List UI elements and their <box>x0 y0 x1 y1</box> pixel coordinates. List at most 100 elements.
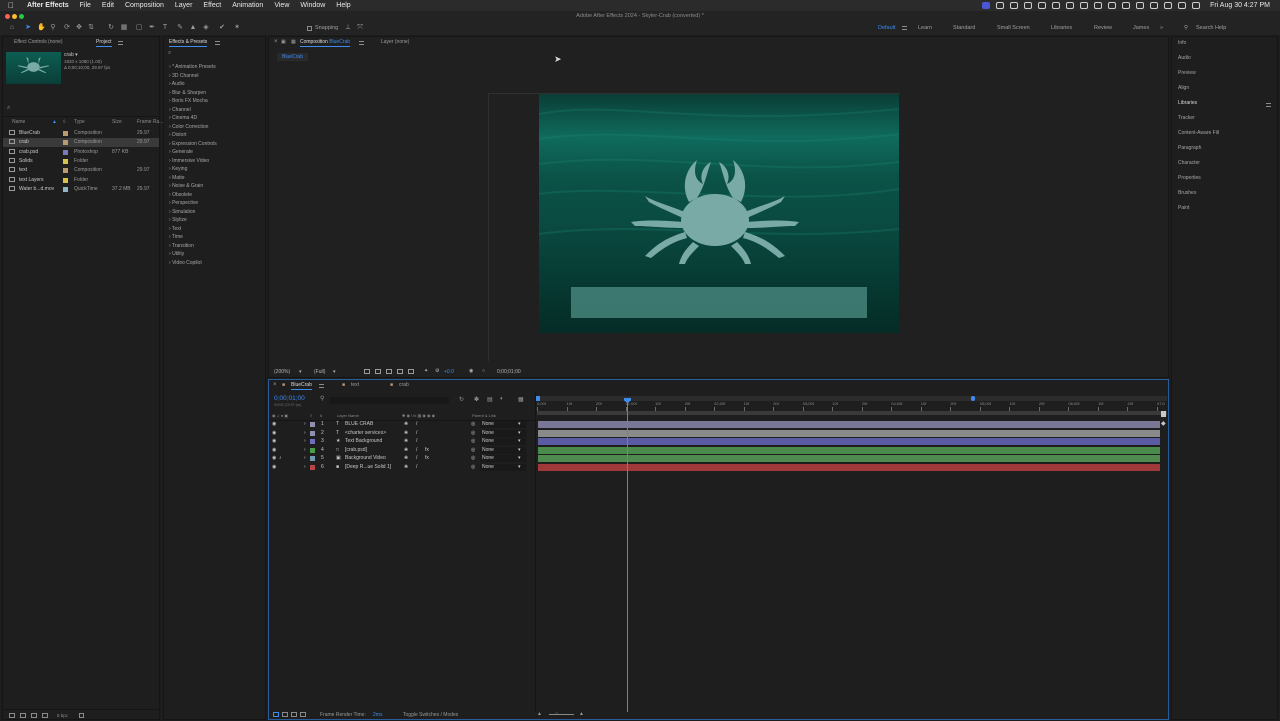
project-item[interactable]: Solids Folder <box>3 157 159 166</box>
fx-switch-icon[interactable]: fx <box>425 447 429 453</box>
current-time-display[interactable]: 0;00;01;00 <box>274 395 305 402</box>
siri-icon[interactable] <box>1192 2 1201 9</box>
toggle-switches-modes[interactable]: Toggle Switches / Modes <box>403 712 458 718</box>
menu-app-name[interactable]: After Effects <box>27 2 69 9</box>
layer-visibility-icon[interactable]: ◉ <box>272 455 276 461</box>
workspace-overflow-icon[interactable]: » <box>1160 25 1163 31</box>
zoom-in-icon[interactable]: ▲ <box>579 711 584 717</box>
right-panel-item[interactable]: Tracker <box>1178 115 1195 121</box>
workspace-learn[interactable]: Learn <box>918 25 932 31</box>
new-folder-icon[interactable] <box>20 713 26 718</box>
menu-file[interactable]: File <box>80 2 91 9</box>
effect-category[interactable]: › Transition <box>169 243 194 249</box>
layer-name[interactable]: <charter services> <box>345 430 386 436</box>
timeline-layer-row[interactable]: ◉ › 4 □ [crab.psd] ❀ / fx ◎ None ▾ <box>269 446 535 455</box>
battery-icon[interactable] <box>1108 2 1117 9</box>
composition-flowchart-tab[interactable]: BlueCrab <box>277 53 308 61</box>
effects-search-icon[interactable]: ⌕ <box>168 50 171 57</box>
puppet-tool-icon[interactable]: ✶ <box>233 24 241 32</box>
right-panel-item[interactable]: Align <box>1178 85 1189 91</box>
layer-label-swatch[interactable] <box>310 439 315 444</box>
label-column-icon[interactable]: ◊ <box>63 119 65 125</box>
timeline-layer-row[interactable]: ◉ › 3 ★ Text Background ❀ / ◎ None ▾ <box>269 438 535 446</box>
col-name[interactable]: Name <box>12 119 25 125</box>
lock-icon[interactable]: ▣ <box>281 39 286 45</box>
effect-category[interactable]: › Audio <box>169 81 185 87</box>
orbit-tool-icon[interactable]: ⟳ <box>63 24 71 32</box>
pickwhip-icon[interactable]: ◎ <box>471 421 475 427</box>
layer-expand-arrow-icon[interactable]: › <box>304 455 306 461</box>
label-color-swatch[interactable] <box>63 149 68 155</box>
search-help-icon[interactable]: ⚲ <box>1184 25 1188 31</box>
hand-tool-icon[interactable]: ✋ <box>37 24 46 32</box>
effect-category[interactable]: › Boris FX Mocha <box>169 98 208 104</box>
effect-category[interactable]: › Perspective <box>169 200 198 206</box>
project-item[interactable]: text Composition 29.97 <box>3 166 159 175</box>
quality-switch-icon[interactable]: / <box>416 430 417 436</box>
close-window-icon[interactable] <box>5 14 10 19</box>
layer-duration-bar[interactable] <box>538 438 1160 445</box>
quality-switch-icon[interactable]: / <box>416 447 417 453</box>
right-panel-item[interactable]: Info <box>1178 40 1186 46</box>
right-panel-item[interactable]: Brushes <box>1178 190 1196 196</box>
effect-category[interactable]: › Immersive Video <box>169 158 209 164</box>
menu-animation[interactable]: Animation <box>232 2 263 9</box>
exposure-value[interactable]: +0.0 <box>444 369 454 375</box>
layer-visibility-icon[interactable]: ◉ <box>272 438 276 444</box>
minimize-window-icon[interactable] <box>12 14 17 19</box>
parent-dropdown[interactable]: None ▾ <box>480 438 526 445</box>
draft-3d-icon[interactable]: ✽ <box>474 396 479 403</box>
toggle-layer-switches-icon[interactable] <box>273 712 279 717</box>
layer-label-swatch[interactable] <box>310 447 315 453</box>
magnification-chevron-icon[interactable]: ▾ <box>299 369 302 375</box>
project-item[interactable]: Water b...d.mov QuickTime 37.2 MB 29.97 <box>3 185 159 194</box>
timeline-search-field[interactable] <box>329 397 449 404</box>
layer-expand-arrow-icon[interactable]: › <box>304 438 306 444</box>
layer-label-swatch[interactable] <box>310 422 315 427</box>
menu-layer[interactable]: Layer <box>175 2 193 9</box>
layer-duration-bar[interactable] <box>538 429 1160 437</box>
snap-edges-icon[interactable]: ⟂ <box>344 24 352 32</box>
guides-grid-icon[interactable] <box>397 369 403 374</box>
libraries-menu-icon[interactable] <box>1266 103 1271 107</box>
layer-audio-icon[interactable]: ♪ <box>279 455 282 461</box>
eraser-tool-icon[interactable]: ◈ <box>202 24 210 32</box>
time-ruler[interactable]: 0;00f 10f 20f 01;00f 10f 20f 02;00f 10f 20f 03;00… <box>537 401 1167 411</box>
project-item[interactable]: BlueCrab Composition 29.97 <box>3 129 159 138</box>
delete-item-icon[interactable] <box>79 713 84 718</box>
tab-composition[interactable]: Composition BlueCrab <box>300 39 351 47</box>
pen-tool-icon[interactable]: ✒ <box>148 24 156 32</box>
toggle-transfer-controls-icon[interactable] <box>282 712 288 717</box>
layer-duration-bar[interactable] <box>538 463 1160 471</box>
col-type[interactable]: Type <box>74 119 85 125</box>
region-of-interest-icon[interactable] <box>364 369 370 374</box>
timeline-menu-icon[interactable] <box>319 384 324 388</box>
effect-category[interactable]: › Generate <box>169 149 193 155</box>
col-parent-link[interactable]: Parent & Link <box>472 413 496 418</box>
effect-category[interactable]: › Blur & Sharpen <box>169 90 206 96</box>
fast-previews-icon[interactable]: ✦ <box>424 368 428 374</box>
effects-panel-menu-icon[interactable] <box>215 41 220 45</box>
new-composition-icon[interactable] <box>31 713 37 718</box>
resolution-chevron-icon[interactable]: ▾ <box>333 369 336 375</box>
label-color-swatch[interactable] <box>63 177 68 183</box>
workspace-menu-icon[interactable] <box>902 26 907 30</box>
search-help-field[interactable]: Search Help <box>1196 25 1226 31</box>
right-panel-item[interactable]: Audio <box>1178 55 1191 61</box>
col-layer-name[interactable]: Layer Name <box>337 413 359 418</box>
shy-switch-icon[interactable]: ❀ <box>404 464 408 470</box>
parent-dropdown[interactable]: None ▾ <box>480 463 526 471</box>
shy-switch-icon[interactable]: ❀ <box>404 438 408 444</box>
workspace-standard[interactable]: Standard <box>953 25 975 31</box>
layer-visibility-icon[interactable]: ◉ <box>272 447 276 453</box>
menu-view[interactable]: View <box>274 2 289 9</box>
layer-name[interactable]: [Deep R...ue Solid 1] <box>345 464 391 470</box>
quality-switch-icon[interactable]: / <box>416 421 417 427</box>
menu-edit[interactable]: Edit <box>102 2 114 9</box>
effect-category[interactable]: › Color Correction <box>169 124 208 130</box>
pickwhip-icon[interactable]: ◎ <box>471 464 475 470</box>
camera-icon[interactable] <box>996 2 1005 9</box>
pan-behind-tool-icon[interactable]: ▦ <box>120 24 128 32</box>
layer-expand-arrow-icon[interactable]: › <box>304 430 306 436</box>
close-tab-icon[interactable]: × <box>274 39 278 45</box>
